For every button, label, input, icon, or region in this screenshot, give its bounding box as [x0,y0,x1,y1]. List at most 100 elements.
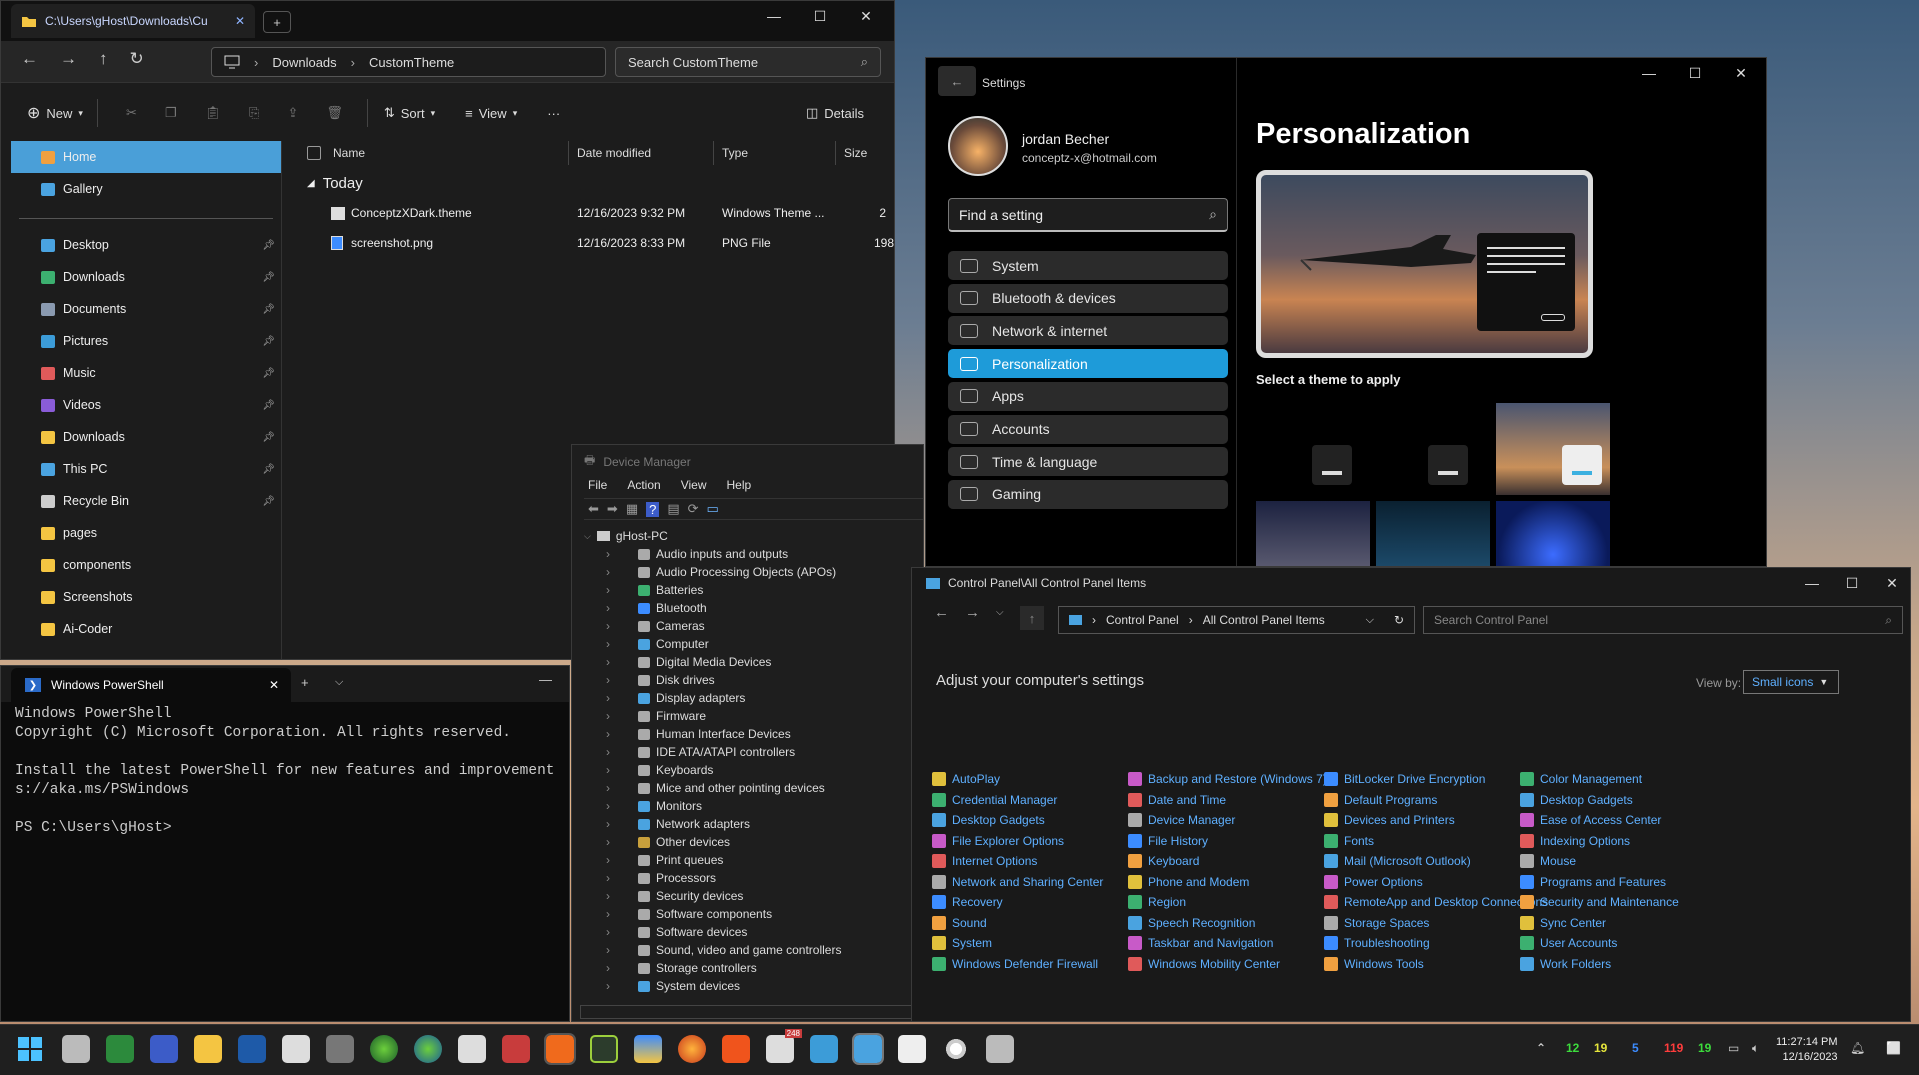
cp-item[interactable]: AutoPlay [932,770,1000,788]
pin-icon[interactable]: 📌︎ [262,464,275,475]
app-icon[interactable] [106,1035,134,1063]
column-type[interactable]: Type [714,141,836,165]
breadcrumb-item[interactable]: Control Panel [1106,613,1179,627]
settings-gear-icon[interactable] [942,1035,970,1063]
terminal-icon[interactable] [282,1035,310,1063]
cp-item[interactable]: Programs and Features [1520,873,1666,891]
cp-item[interactable]: Fonts [1324,832,1374,850]
close-tab-icon[interactable]: ✕ [235,14,245,28]
explorer-tab[interactable]: C:\Users\gHost\Downloads\Cu ✕ [11,4,255,38]
device-category[interactable]: Computer [584,635,914,653]
device-category[interactable]: Storage controllers [584,959,914,977]
cp-item[interactable]: Internet Options [932,852,1037,870]
app-icon[interactable] [590,1035,618,1063]
forward-arrow-icon[interactable]: ➡ [607,501,618,517]
close-button[interactable]: ✕ [1718,58,1764,88]
cp-item[interactable]: Region [1128,893,1186,911]
settings-nav-item[interactable]: Personalization [948,349,1228,379]
tray-indicator[interactable]: 12 [1566,1041,1579,1055]
app-icon[interactable] [502,1035,530,1063]
search-input[interactable]: Search CustomTheme ⌕ [615,47,881,77]
device-category[interactable]: Security devices [584,887,914,905]
maximize-button[interactable]: ☐ [797,1,843,31]
device-category[interactable]: Display adapters [584,689,914,707]
device-category[interactable]: Bluetooth [584,599,914,617]
cp-item[interactable]: Taskbar and Navigation [1128,934,1273,952]
device-category[interactable]: Sound, video and game controllers [584,941,914,959]
cp-item[interactable]: Network and Sharing Center [932,873,1103,891]
cp-item[interactable]: Sync Center [1520,914,1606,932]
pin-icon[interactable]: 📌︎ [262,336,275,347]
menu-item[interactable]: View [681,478,707,492]
device-category[interactable]: Audio Processing Objects (APOs) [584,563,914,581]
show-desktop-icon[interactable]: ⬜ [1886,1041,1901,1055]
details-button[interactable]: ◫ Details [806,105,864,121]
terminal-output[interactable]: Windows PowerShell Copyright (C) Microsof… [15,705,555,838]
cp-item[interactable]: User Accounts [1520,934,1617,952]
device-category[interactable]: Cameras [584,617,914,635]
minimize-button[interactable]: — [539,672,552,687]
device-category[interactable]: Software components [584,905,914,923]
back-arrow-icon[interactable]: ⬅ [588,501,599,517]
more-options-button[interactable]: ··· [547,106,560,121]
properties-icon[interactable]: ▦ [626,501,638,517]
cp-search-input[interactable]: Search Control Panel ⌕ [1423,606,1903,634]
pin-icon[interactable]: 📌︎ [262,272,275,283]
cp-item[interactable]: Recovery [932,893,1003,911]
app-icon[interactable]: 248 [766,1029,802,1063]
chevron-down-icon[interactable]: ⌵ [1366,614,1374,627]
clock[interactable]: 11:27:14 PM 12/16/2023 [1776,1035,1838,1065]
task-view-icon[interactable] [62,1035,90,1063]
theme-thumbnail[interactable] [1256,501,1370,566]
chevron-down-icon[interactable]: ⌵ [335,676,343,689]
cp-item[interactable]: Credential Manager [932,791,1057,809]
network-icon[interactable]: ▭ [1728,1041,1739,1055]
settings-nav-item[interactable]: Accounts [948,414,1228,444]
sidebar-scrollbar[interactable] [281,141,293,659]
sidebar-item[interactable]: pages [11,517,281,549]
chevron-up-icon[interactable]: ⌃ [1536,1041,1546,1055]
theme-thumbnail[interactable] [1496,501,1610,566]
theme-thumbnail[interactable] [1376,501,1490,566]
cp-item[interactable]: Device Manager [1128,811,1235,829]
device-category[interactable]: IDE ATA/ATAPI controllers [584,743,914,761]
up-arrow-icon[interactable]: ↑ [99,49,108,69]
globe-icon[interactable] [370,1035,398,1063]
app-icon[interactable] [326,1035,354,1063]
control-panel-icon[interactable] [852,1033,884,1065]
cp-item[interactable]: Work Folders [1520,955,1611,973]
cp-item[interactable]: Desktop Gadgets [932,811,1045,829]
minimize-button[interactable]: — [1792,568,1832,598]
app-icon[interactable] [150,1035,178,1063]
cp-address-bar[interactable]: › Control Panel › All Control Panel Items… [1058,606,1415,634]
breadcrumb-item[interactable]: CustomTheme [369,55,454,70]
tray-indicator[interactable]: 19 [1594,1041,1607,1055]
device-category[interactable]: Processors [584,869,914,887]
cp-item[interactable]: Storage Spaces [1324,914,1429,932]
up-arrow-icon[interactable]: ↑ [1020,606,1044,630]
volume-icon[interactable]: 🔈︎ [1752,1041,1759,1056]
sidebar-item[interactable]: Downloads 📌︎ [11,261,281,293]
tray-indicator[interactable]: 5 [1632,1041,1639,1055]
cp-item[interactable]: System [932,934,992,952]
breadcrumb-item[interactable]: Downloads [272,55,336,70]
rename-icon[interactable]: ⎘ [249,105,259,121]
close-button[interactable]: ✕ [1872,568,1910,598]
minimize-button[interactable]: — [751,1,797,31]
pin-icon[interactable]: 📌︎ [262,368,275,379]
breadcrumb-item[interactable]: All Control Panel Items [1203,613,1325,627]
sidebar-item[interactable]: This PC 📌︎ [11,453,281,485]
cp-item[interactable]: Troubleshooting [1324,934,1430,952]
sidebar-item[interactable]: components [11,549,281,581]
device-category[interactable]: Network adapters [584,815,914,833]
refresh-icon[interactable]: ↻ [130,49,144,69]
sidebar-item[interactable]: Screenshots [11,581,281,613]
cp-item[interactable]: File History [1128,832,1208,850]
view-button[interactable]: ≡ View ▾ [465,106,517,121]
settings-nav-item[interactable]: System [948,251,1228,280]
group-header[interactable]: ◢ Today [307,175,363,192]
cp-item[interactable]: Sound [932,914,987,932]
device-category[interactable]: Other devices [584,833,914,851]
cp-item[interactable]: RemoteApp and Desktop Connections [1324,893,1548,911]
tray-indicator[interactable]: 119 [1664,1041,1683,1055]
